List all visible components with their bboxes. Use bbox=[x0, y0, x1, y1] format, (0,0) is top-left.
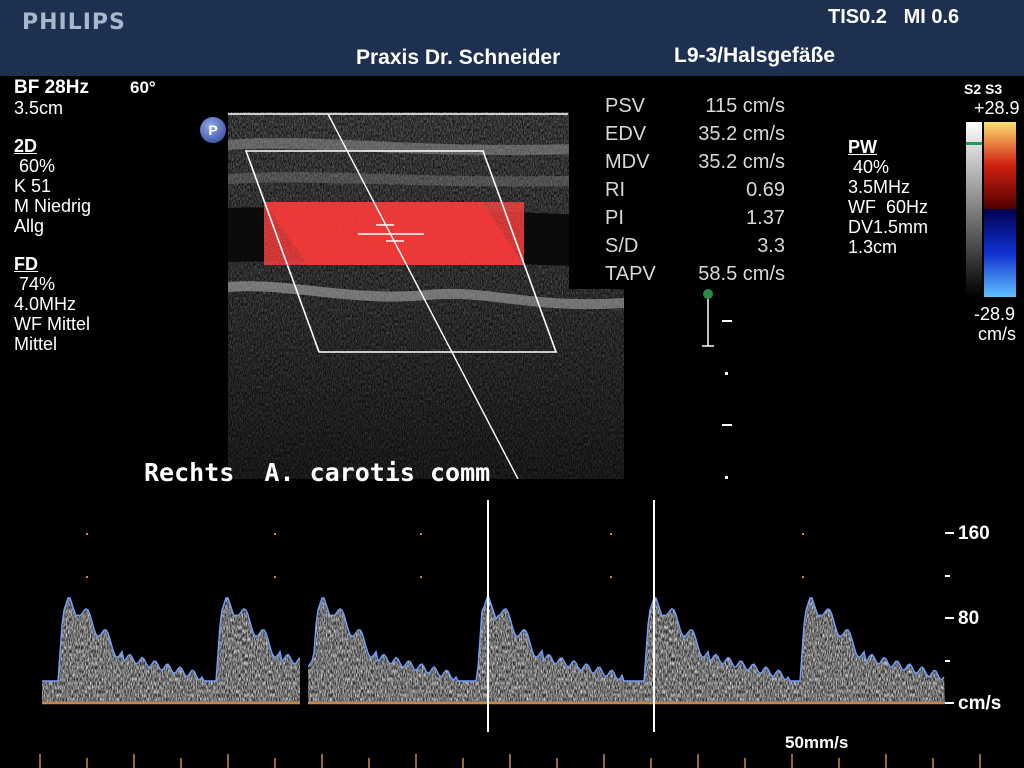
color-scale-min: -28.9 bbox=[974, 304, 1016, 324]
mode-fd-title: FD bbox=[14, 254, 38, 274]
pw-frequency: 3.5MHz bbox=[848, 177, 911, 197]
measurement-value: 58.5 cm/s bbox=[698, 263, 785, 285]
measurement-row: TAPV 58.5 cm/s bbox=[605, 263, 785, 291]
measurement-value: 115 cm/s bbox=[705, 95, 785, 117]
safety-index: TIS0.2 MI 0.6 bbox=[828, 6, 960, 28]
steer-angle: 60° bbox=[130, 78, 156, 97]
measurement-label: MDV bbox=[605, 151, 650, 173]
mode-2d-preset: Allg bbox=[14, 216, 45, 236]
pw-parameters: PW 40% 3.5MHz WF 60Hz DV1.5mm 1.3cm bbox=[848, 137, 958, 257]
probe-preset: L9-3/Halsgefäße bbox=[674, 44, 836, 67]
measurement-value: 35.2 cm/s bbox=[698, 151, 785, 173]
brand-logo: PHILIPS bbox=[22, 10, 126, 35]
mode-fd-frequency: 4.0MHz bbox=[14, 294, 77, 314]
measurement-row: PI 1.37 bbox=[605, 207, 785, 235]
frame-rate: BF 28Hz bbox=[14, 77, 89, 98]
probe-orientation-badge: P bbox=[200, 117, 226, 143]
measurement-value: 35.2 cm/s bbox=[698, 123, 785, 145]
sweep-speed: 50mm/s bbox=[785, 733, 849, 752]
measurement-label: EDV bbox=[605, 123, 647, 145]
color-scale-bar bbox=[966, 122, 1016, 297]
measurement-label: PI bbox=[605, 207, 624, 229]
velocity-scale-top: 160 bbox=[958, 523, 990, 544]
mode-2d-gain: 60% bbox=[14, 156, 56, 176]
pw-sample-volume: DV1.5mm bbox=[848, 217, 929, 237]
velocity-scale-unit: cm/s bbox=[958, 693, 1002, 714]
measurement-row: PSV 115 cm/s bbox=[605, 95, 785, 123]
measurement-label: RI bbox=[605, 179, 625, 201]
measurement-label: TAPV bbox=[605, 263, 656, 285]
measurement-label: S/D bbox=[605, 235, 639, 257]
image-caption: Rechts A. carotis comm bbox=[144, 458, 491, 487]
mode-fd-flow: Mittel bbox=[14, 334, 58, 354]
measurement-row: S/D 3.3 bbox=[605, 235, 785, 263]
mode-2d-compression: K 51 bbox=[14, 176, 52, 196]
pw-depth: 1.3cm bbox=[848, 237, 898, 257]
measurement-value: 0.69 bbox=[746, 179, 785, 201]
left-parameters: BF 28Hz 60° 3.5cm 2D 60% K 51 M Niedrig … bbox=[14, 77, 214, 355]
pw-wall-filter: WF 60Hz bbox=[848, 197, 929, 217]
velocity-scale-mid: 80 bbox=[958, 608, 980, 629]
mode-2d-persistence: M Niedrig bbox=[14, 196, 92, 216]
pw-title: PW bbox=[848, 137, 877, 157]
measurement-label: PSV bbox=[605, 95, 646, 117]
doppler-spectrum bbox=[39, 490, 981, 768]
color-scale-label: S2 S3 bbox=[964, 81, 1003, 97]
institution-name: Praxis Dr. Schneider bbox=[356, 46, 561, 69]
depth-scale bbox=[702, 289, 732, 479]
measurement-row: MDV 35.2 cm/s bbox=[605, 151, 785, 179]
image-depth: 3.5cm bbox=[14, 98, 64, 118]
bmode-image bbox=[228, 112, 624, 479]
mode-fd-wall-filter: WF Mittel bbox=[14, 314, 90, 334]
color-scale-unit: cm/s bbox=[978, 324, 1016, 344]
mode-2d-title: 2D bbox=[14, 136, 38, 156]
measurement-row: EDV 35.2 cm/s bbox=[605, 123, 785, 151]
pw-gain: 40% bbox=[848, 157, 890, 177]
measurement-row: RI 0.69 bbox=[605, 179, 785, 207]
measurement-value: 3.3 bbox=[757, 235, 785, 257]
measurement-value: 1.37 bbox=[746, 207, 785, 229]
mode-fd-gain: 74% bbox=[14, 274, 56, 294]
color-scale-max: +28.9 bbox=[974, 98, 1020, 118]
measurement-panel: PSV 115 cm/s EDV 35.2 cm/s MDV 35.2 cm/s RI 0.6… bbox=[569, 93, 785, 291]
